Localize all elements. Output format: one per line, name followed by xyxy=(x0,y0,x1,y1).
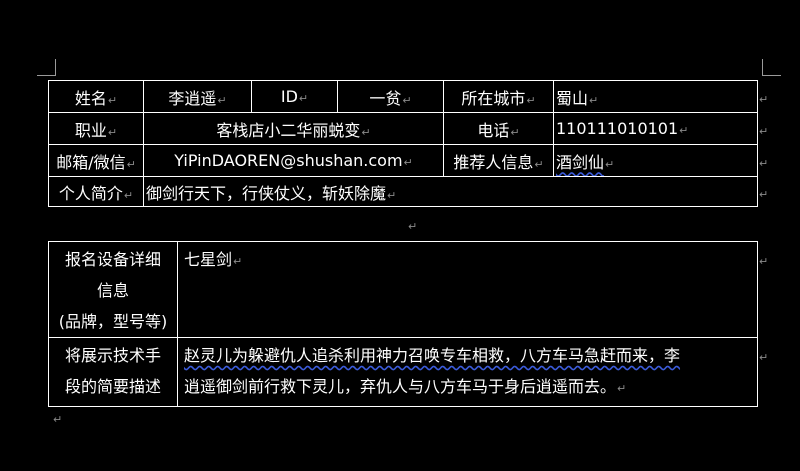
technique-label-cell: 将展示技术手 段的简要描述 xyxy=(48,337,178,407)
intro-label: 个人简介 xyxy=(58,183,123,203)
cell-end-mark: ↵ xyxy=(123,188,134,202)
cell-end-mark: ↵ xyxy=(217,93,227,107)
name-value: 李逍遥 xyxy=(168,88,217,108)
cell-end-mark: ↵ xyxy=(107,93,118,107)
name-label: 姓名 xyxy=(74,88,107,108)
details-table: 报名设备详细 信息 (品牌，型号等) 七星剑↵ 将展示技术手 段的简要描述 赵灵… xyxy=(48,241,758,407)
equipment-value: 七星剑 xyxy=(184,250,233,269)
city-label: 所在城市 xyxy=(461,88,526,108)
equipment-label-line-1: 报名设备详细 xyxy=(64,250,161,269)
phone-value: 110111010101 xyxy=(556,119,679,138)
equipment-label-line-2: 信息 xyxy=(96,281,129,300)
job-value-cell[interactable]: 客栈店小二华丽蜕变↵ xyxy=(143,112,444,145)
intro-value-cell[interactable]: 御剑行天下，行侠仗义，斩妖除魔↵ xyxy=(143,176,758,207)
table-row: 职业↵ 客栈店小二华丽蜕变↵ 电话↵ 110111010101↵ xyxy=(48,112,758,145)
name-label-cell: 姓名↵ xyxy=(48,80,144,113)
intro-value: 御剑行天下，行侠仗义，斩妖除魔 xyxy=(146,183,387,203)
cell-end-mark: ↵ xyxy=(126,157,136,171)
phone-label: 电话 xyxy=(477,120,510,140)
technique-value-line-2: 逍遥御剑前行救下灵儿，弃仇人与八方车马于身后逍遥而去。↵ xyxy=(184,377,627,396)
row-end-mark: ↵ xyxy=(759,93,769,106)
row-end-mark: ↵ xyxy=(759,125,769,138)
row-end-mark: ↵ xyxy=(759,157,769,170)
cell-end-mark: ↵ xyxy=(510,125,520,139)
id-label: ID xyxy=(280,87,298,106)
crop-mark-top-left-vertical xyxy=(55,59,56,76)
id-label-cell: ID↵ xyxy=(251,80,338,113)
technique-label-line-2: 段的简要描述 xyxy=(64,377,161,396)
job-value: 客栈店小二华丽蜕变 xyxy=(216,120,361,140)
cell-end-mark: ↵ xyxy=(403,156,413,169)
row-end-mark: ↵ xyxy=(759,188,769,201)
table-row: 邮箱/微信↵ YiPinDAOREN@shushan.com↵ 推荐人信息↵ 酒… xyxy=(48,144,758,177)
crop-mark-top-left-horizontal xyxy=(37,75,56,76)
cell-end-mark: ↵ xyxy=(589,93,599,107)
crop-mark-top-right-vertical xyxy=(762,59,763,76)
id-value: 一贫 xyxy=(369,88,402,108)
job-label: 职业 xyxy=(74,120,107,140)
cell-end-mark: ↵ xyxy=(605,157,615,171)
cell-end-mark: ↵ xyxy=(679,124,689,137)
cell-end-mark: ↵ xyxy=(387,188,397,202)
paragraph-mark: ↵ xyxy=(408,220,418,233)
intro-label-cell: 个人简介↵ xyxy=(48,176,144,207)
personal-info-table: 姓名↵ 李逍遥↵ ID↵ 一贫↵ 所在城市↵ 蜀山↵ 职业↵ 客栈店小二华丽蜕变… xyxy=(48,80,758,207)
paragraph-mark: ↵ xyxy=(53,413,63,426)
job-label-cell: 职业↵ xyxy=(48,112,144,145)
row-end-mark: ↵ xyxy=(759,255,769,268)
technique-label-line-1: 将展示技术手 xyxy=(64,346,161,365)
cell-end-mark: ↵ xyxy=(534,157,544,171)
city-value: 蜀山 xyxy=(556,88,589,108)
email-value: YiPinDAOREN@shushan.com xyxy=(174,151,403,170)
cell-end-mark: ↵ xyxy=(298,92,309,105)
cell-end-mark: ↵ xyxy=(233,255,243,268)
name-value-cell[interactable]: 李逍遥↵ xyxy=(143,80,252,113)
referrer-label: 推荐人信息 xyxy=(453,152,534,172)
phone-value-cell[interactable]: 110111010101↵ xyxy=(553,112,758,145)
cell-end-mark: ↵ xyxy=(402,93,412,107)
city-value-cell[interactable]: 蜀山↵ xyxy=(553,80,758,113)
row-end-mark: ↵ xyxy=(759,351,769,364)
referrer-value: 酒剑仙 xyxy=(556,152,605,172)
city-label-cell: 所在城市↵ xyxy=(443,80,554,113)
cell-end-mark: ↵ xyxy=(361,125,371,139)
technique-value-line-1: 赵灵儿为躲避仇人追杀利用神力召唤专车相救，八方车马急赶而来，李 xyxy=(184,346,681,365)
table-row: 姓名↵ 李逍遥↵ ID↵ 一贫↵ 所在城市↵ 蜀山↵ xyxy=(48,80,758,113)
crop-mark-top-right-horizontal xyxy=(762,75,781,76)
equipment-label-cell: 报名设备详细 信息 (品牌，型号等) xyxy=(48,241,178,338)
email-value-cell[interactable]: YiPinDAOREN@shushan.com↵ xyxy=(143,144,444,177)
id-value-cell[interactable]: 一贫↵ xyxy=(337,80,444,113)
cell-end-mark: ↵ xyxy=(107,125,118,139)
email-label: 邮箱/微信 xyxy=(56,152,126,172)
table-row: 将展示技术手 段的简要描述 赵灵儿为躲避仇人追杀利用神力召唤专车相救，八方车马急… xyxy=(48,337,758,407)
technique-value-cell[interactable]: 赵灵儿为躲避仇人追杀利用神力召唤专车相救，八方车马急赶而来，李 逍遥御剑前行救下… xyxy=(177,337,758,407)
email-label-cell: 邮箱/微信↵ xyxy=(48,144,144,177)
referrer-label-cell: 推荐人信息↵ xyxy=(443,144,554,177)
equipment-label-line-3: (品牌，型号等) xyxy=(58,312,168,331)
cell-end-mark: ↵ xyxy=(526,93,536,107)
cell-end-mark: ↵ xyxy=(617,382,627,395)
table-row: 个人简介↵ 御剑行天下，行侠仗义，斩妖除魔↵ xyxy=(48,176,758,207)
referrer-value-cell[interactable]: 酒剑仙↵ xyxy=(553,144,758,177)
equipment-value-cell[interactable]: 七星剑↵ xyxy=(177,241,758,338)
table-row: 报名设备详细 信息 (品牌，型号等) 七星剑↵ xyxy=(48,241,758,338)
phone-label-cell: 电话↵ xyxy=(443,112,554,145)
